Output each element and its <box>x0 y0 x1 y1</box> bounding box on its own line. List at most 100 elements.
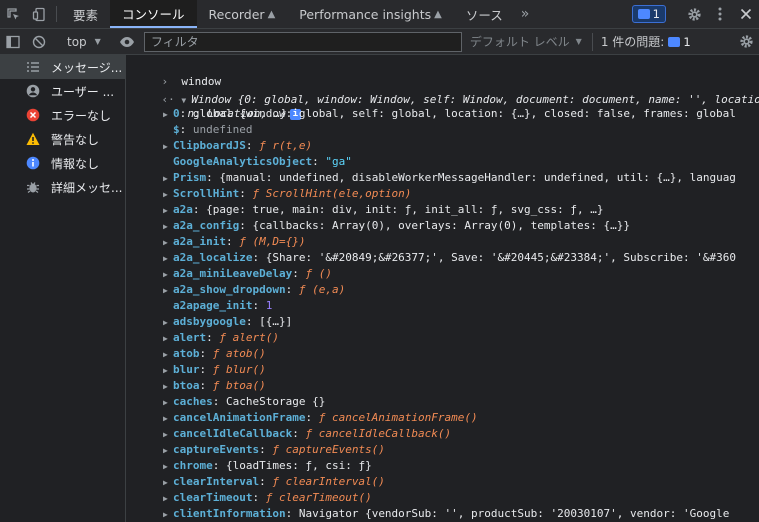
property-row[interactable]: GoogleAnalyticsObject: "ga" <box>163 154 352 170</box>
sidebar-toggle-icon[interactable] <box>0 35 26 49</box>
expand-triangle-icon[interactable]: ▶ <box>163 331 173 347</box>
property-key: caches <box>173 395 213 408</box>
expand-triangle-icon[interactable]: ▶ <box>163 379 173 395</box>
property-row[interactable]: ▶ cancelAnimationFrame: ƒ cancelAnimation… <box>163 410 478 426</box>
more-options-icon[interactable] <box>707 7 733 21</box>
bug-icon <box>26 180 40 194</box>
property-row[interactable]: ▶ a2a_localize: {Share: '&#20849;&#26377;… <box>163 250 736 266</box>
clear-console-icon[interactable] <box>26 35 52 49</box>
property-row[interactable]: $: undefined <box>163 122 252 138</box>
property-row[interactable]: ▶ clearInterval: ƒ clearInterval() <box>163 474 385 490</box>
property-value: ƒ (e,a) <box>298 283 346 296</box>
filter-input[interactable] <box>143 31 462 52</box>
tab-sources[interactable]: ソース <box>454 0 515 28</box>
console-output: › window ‹· ▼ Window {0: global, window: … <box>127 55 759 522</box>
issue-icon <box>668 36 681 47</box>
expand-triangle-icon[interactable]: ▶ <box>163 347 173 363</box>
property-row[interactable]: ▶ atob: ƒ atob() <box>163 346 266 362</box>
tab-elements[interactable]: 要素 <box>61 0 110 28</box>
expand-triangle-icon[interactable]: ▶ <box>163 363 173 379</box>
property-row[interactable]: a2apage_init: 1 <box>163 298 272 314</box>
property-row[interactable]: ▶ a2a_init: ƒ (M,D={}) <box>163 234 305 250</box>
sidebar-item-info[interactable]: 情報なし <box>0 151 125 175</box>
expand-triangle-icon[interactable]: ▶ <box>163 507 173 522</box>
expand-triangle-icon[interactable]: ▶ <box>163 107 173 123</box>
property-value: "ga" <box>325 155 352 168</box>
device-toolbar-icon[interactable] <box>26 0 52 28</box>
log-levels-dropdown[interactable]: デフォルト レベル ▼ <box>470 33 582 50</box>
error-icon <box>26 108 40 122</box>
property-row[interactable]: ▶ Prism: {manual: undefined, disableWorke… <box>163 170 736 186</box>
expand-triangle-icon[interactable]: ▶ <box>163 283 173 299</box>
context-selector[interactable]: top ▼ <box>61 35 105 49</box>
issues-counter-badge: 1 <box>668 33 691 51</box>
issues-counter[interactable]: 1 件の問題: 1 <box>591 32 691 51</box>
expand-triangle-icon[interactable]: ▶ <box>163 219 173 235</box>
property-value: ƒ atob() <box>212 347 266 360</box>
property-row[interactable]: ▶ a2a_show_dropdown: ƒ (e,a) <box>163 282 345 298</box>
expand-triangle-icon[interactable]: ▶ <box>163 459 173 475</box>
expand-triangle-icon[interactable]: ▶ <box>163 395 173 411</box>
sidebar-item-user-messages[interactable]: ユーザー ... <box>0 79 125 103</box>
more-tabs-icon[interactable]: » <box>515 0 536 28</box>
property-row[interactable]: ▶ adsbygoogle: [{…}] <box>163 314 292 330</box>
property-row[interactable]: ▶ chrome: {loadTimes: ƒ, csi: ƒ} <box>163 458 372 474</box>
expand-triangle-icon[interactable]: ▶ <box>163 491 173 507</box>
console-result-summary-cont: n: Location, …} i <box>161 90 301 120</box>
tab-recorder[interactable]: Recorder ▲ <box>197 0 288 28</box>
live-expression-eye-icon[interactable] <box>114 36 140 48</box>
property-row[interactable]: ▶ a2a_config: {callbacks: Array(0), overl… <box>163 218 630 234</box>
issues-counter-count: 1 <box>683 34 691 49</box>
issues-badge-count: 1 <box>652 7 660 21</box>
property-colon: : <box>252 251 266 264</box>
expand-triangle-icon[interactable]: ▶ <box>163 251 173 267</box>
sidebar-item-label: ユーザー ... <box>51 84 115 99</box>
expand-triangle-icon[interactable]: ▶ <box>163 411 173 427</box>
tab-performance-insights[interactable]: Performance insights ▲ <box>287 0 454 28</box>
sidebar-item-warnings[interactable]: 警告なし <box>0 127 125 151</box>
expand-triangle-icon[interactable]: ▶ <box>163 235 173 251</box>
expand-triangle-icon[interactable]: ▶ <box>163 267 173 283</box>
expand-triangle-icon[interactable]: ▶ <box>163 427 173 443</box>
property-key: Prism <box>173 171 207 184</box>
settings-gear-icon[interactable] <box>681 7 707 22</box>
expand-triangle-icon[interactable]: ▶ <box>163 203 173 219</box>
property-row[interactable]: ▶ alert: ƒ alert() <box>163 330 279 346</box>
property-colon: : <box>252 491 266 504</box>
property-colon: : <box>252 299 266 312</box>
sidebar-item-verbose[interactable]: 詳細メッセ... <box>0 175 125 199</box>
property-row[interactable]: ▶ caches: CacheStorage {} <box>163 394 325 410</box>
console-settings-gear-icon[interactable] <box>733 34 759 49</box>
property-row[interactable]: ▶ a2a_miniLeaveDelay: ƒ () <box>163 266 332 282</box>
property-key: a2a_miniLeaveDelay <box>173 267 293 280</box>
property-row[interactable]: ▶ 0: global {window: global, self: global… <box>163 106 736 122</box>
issues-badge[interactable]: 1 <box>631 5 666 23</box>
expand-triangle-icon[interactable]: ▶ <box>163 139 173 155</box>
property-row[interactable]: ▶ captureEvents: ƒ captureEvents() <box>163 442 385 458</box>
inspect-element-icon[interactable] <box>0 0 26 28</box>
property-row[interactable]: ▶ clientInformation: Navigator {vendorSub… <box>163 506 729 522</box>
expand-triangle-icon[interactable]: ▶ <box>163 315 173 331</box>
dropdown-caret-icon: ▼ <box>94 37 101 46</box>
property-row[interactable]: ▶ btoa: ƒ btoa() <box>163 378 266 394</box>
sidebar-item-errors[interactable]: エラーなし <box>0 103 125 127</box>
property-row[interactable]: ▶ clearTimeout: ƒ clearTimeout() <box>163 490 372 506</box>
property-value: ƒ cancelIdleCallback() <box>305 427 452 440</box>
property-colon: : <box>259 443 273 456</box>
property-row[interactable]: ▶ cancelIdleCallback: ƒ cancelIdleCallbac… <box>163 426 451 442</box>
property-row[interactable]: ▶ ClipboardJS: ƒ r(t,e) <box>163 138 312 154</box>
close-icon[interactable] <box>733 8 759 20</box>
property-row[interactable]: ▶ ScrollHint: ƒ ScrollHint(ele,option) <box>163 186 411 202</box>
property-value: {Share: '&#20849;&#26377;', Save: '&#204… <box>265 251 736 264</box>
property-key: a2a <box>173 203 193 216</box>
expand-triangle-icon[interactable]: ▶ <box>163 171 173 187</box>
sidebar-item-messages[interactable]: メッセージ... <box>0 55 125 79</box>
console-input-line: › window <box>135 58 222 88</box>
property-row[interactable]: ▶ a2a: {page: true, main: div, init: ƒ, i… <box>163 202 603 218</box>
expand-triangle-icon[interactable]: ▶ <box>163 475 173 491</box>
expand-triangle-icon[interactable]: ▶ <box>163 187 173 203</box>
sidebar-item-label: 警告なし <box>51 132 100 147</box>
tab-console[interactable]: コンソール <box>110 0 197 28</box>
expand-triangle-icon[interactable]: ▶ <box>163 443 173 459</box>
property-row[interactable]: ▶ blur: ƒ blur() <box>163 362 266 378</box>
